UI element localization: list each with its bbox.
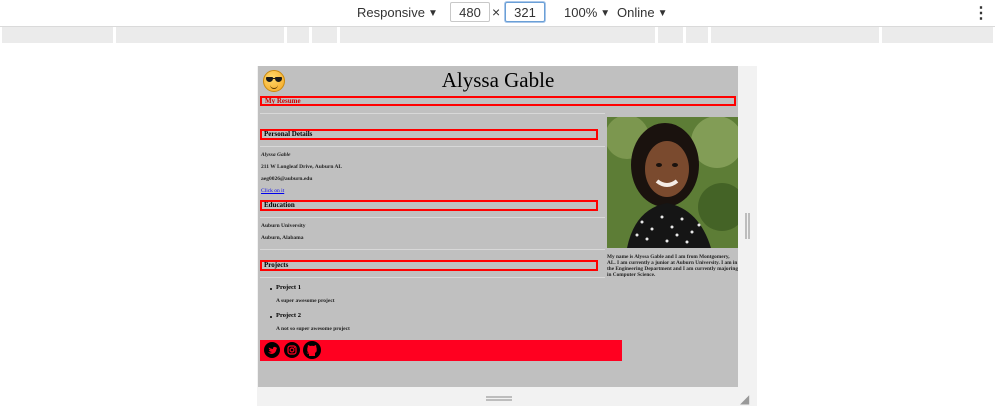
email-text: aeg0026@auburn.edu: [261, 176, 313, 182]
divider: [260, 277, 605, 278]
right-resize-handle[interactable]: [745, 213, 750, 239]
divider: [260, 146, 605, 147]
bio-text: My name is Alyssa Gable and I am from Mo…: [607, 254, 738, 278]
dropdown-arrow-icon: ▼: [427, 8, 438, 19]
width-input[interactable]: [450, 2, 490, 22]
project-title: Project 1: [276, 284, 301, 291]
instagram-icon[interactable]: [284, 342, 300, 358]
twitter-icon[interactable]: [264, 342, 280, 358]
media-query-bar: [0, 27, 995, 43]
profile-photo: [607, 117, 738, 248]
height-input[interactable]: [505, 2, 545, 22]
more-vertical-icon[interactable]: ⋮: [973, 3, 989, 23]
media-query-segment[interactable]: [711, 27, 879, 43]
list-bullet: [270, 288, 272, 290]
education-heading: Education: [260, 200, 598, 211]
dropdown-arrow-icon: ▼: [600, 8, 611, 19]
media-query-segment[interactable]: [2, 27, 113, 43]
media-query-segment[interactable]: [312, 27, 337, 43]
bottom-resize-handle[interactable]: [486, 396, 512, 401]
github-icon[interactable]: [303, 341, 321, 359]
media-query-segment[interactable]: [882, 27, 993, 43]
media-query-segment[interactable]: [287, 27, 309, 43]
school-text: Auburn University: [261, 223, 306, 229]
page-title: Alyssa Gable: [441, 68, 555, 92]
device-toolbar: Responsive▼ × 100%▼ Online▼ ⋮: [0, 0, 995, 27]
project-title: Project 2: [276, 312, 301, 319]
social-bar: [260, 340, 622, 361]
media-query-segment[interactable]: [340, 27, 655, 43]
fullname-text: Alyssa Gable: [261, 152, 291, 158]
profile-photo-art: [607, 117, 738, 248]
address-text: 211 W Longleaf Drive, Auburn AL: [261, 164, 343, 170]
divider: [260, 113, 605, 114]
zoom-label: 100%: [564, 5, 598, 20]
dropdown-arrow-icon: ▼: [657, 8, 668, 19]
list-bullet: [270, 316, 272, 318]
media-query-segment[interactable]: [686, 27, 708, 43]
corner-resize-icon[interactable]: ◢: [740, 392, 754, 406]
personal-details-heading: Personal Details: [260, 129, 598, 140]
throttle-label: Online: [617, 5, 655, 20]
personal-link[interactable]: Click on it: [261, 188, 284, 194]
divider: [260, 217, 605, 218]
media-query-segment[interactable]: [116, 27, 284, 43]
projects-heading: Projects: [260, 260, 598, 271]
location-text: Auburn, Alabama: [261, 235, 304, 241]
divider: [260, 249, 605, 250]
emulated-page: Alyssa Gable My Resume Personal Details …: [258, 66, 738, 387]
device-select[interactable]: Responsive ▼: [357, 5, 438, 20]
throttle-select[interactable]: Online ▼: [617, 5, 667, 20]
media-query-segment[interactable]: [658, 27, 683, 43]
zoom-select[interactable]: 100% ▼: [564, 5, 610, 20]
resume-banner: My Resume: [260, 96, 736, 106]
project-desc: A not so super awesome project: [276, 326, 350, 332]
device-label: Responsive: [357, 5, 425, 20]
project-desc: A super awesome project: [276, 298, 335, 304]
dimension-separator: ×: [492, 4, 501, 20]
